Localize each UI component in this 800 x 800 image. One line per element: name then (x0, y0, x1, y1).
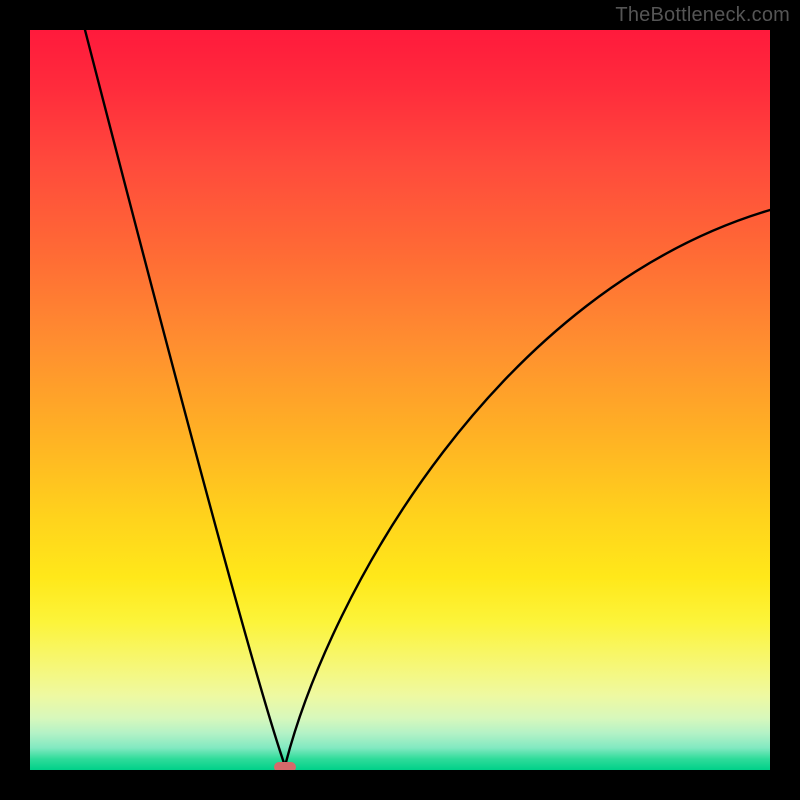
plot-area (30, 30, 770, 770)
minimum-marker (274, 762, 296, 770)
chart-frame: TheBottleneck.com (0, 0, 800, 800)
watermark-text: TheBottleneck.com (615, 4, 790, 27)
bottleneck-curve (30, 30, 770, 770)
